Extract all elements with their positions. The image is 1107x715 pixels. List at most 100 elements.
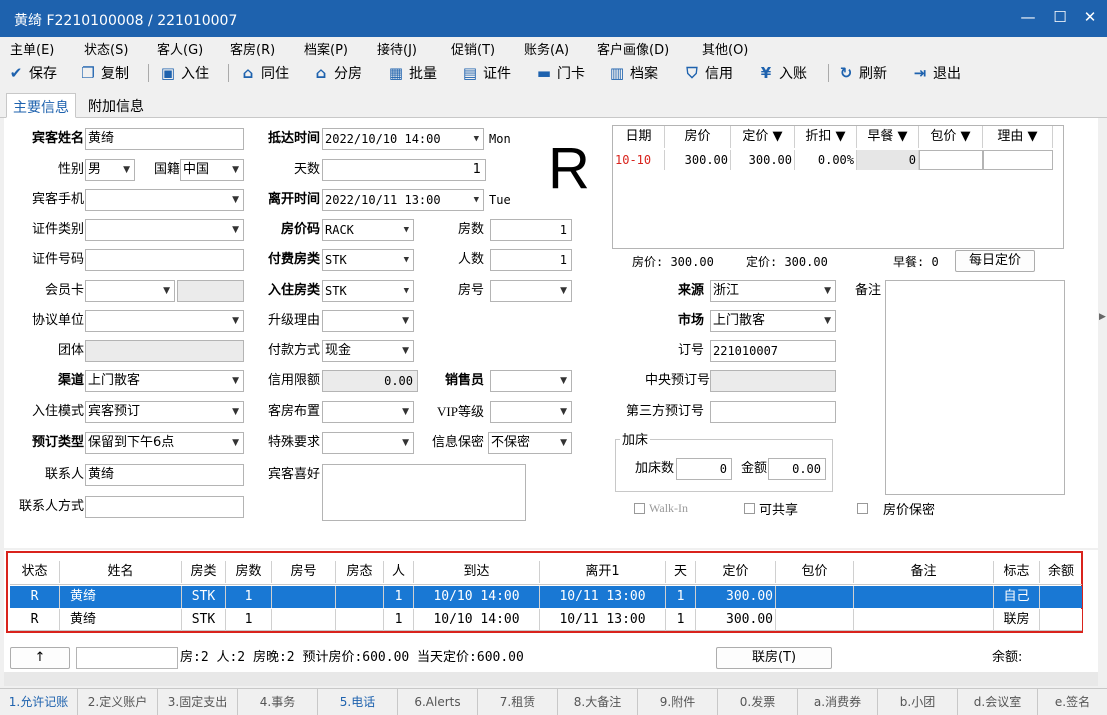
col-room-no[interactable]: 房号 xyxy=(272,561,336,583)
contact-method-field[interactable] xyxy=(85,496,244,518)
col-room-type[interactable]: 房类 xyxy=(182,561,226,583)
share-button[interactable]: ⌂ 同住 xyxy=(240,63,289,83)
col-arrival[interactable]: 到达 xyxy=(414,561,540,583)
rate-grid-header[interactable]: 日期 xyxy=(613,126,665,148)
rate-code-select[interactable]: RACK ▼ xyxy=(322,219,414,241)
menu-reception[interactable]: 接待(J) xyxy=(377,39,417,58)
rate-grid-cell-reason[interactable] xyxy=(983,150,1053,170)
room-layout-select[interactable]: ▼ xyxy=(322,401,414,423)
post-button[interactable]: ¥ 入账 xyxy=(758,63,807,83)
close-button[interactable]: ✕ xyxy=(1078,8,1102,26)
tab-invoice[interactable]: 0.发票 xyxy=(718,689,798,715)
menu-profile[interactable]: 档案(P) xyxy=(304,39,348,58)
tab-small-group[interactable]: b.小团 xyxy=(878,689,958,715)
reservation-type-select[interactable]: 保留到下午6点 ▼ xyxy=(85,432,244,454)
summary-input[interactable] xyxy=(76,647,178,669)
col-set-rate[interactable]: 定价 xyxy=(696,561,776,583)
privacy-select[interactable]: 不保密 ▼ xyxy=(488,432,572,454)
pay-room-type-select[interactable]: STK ▼ xyxy=(322,249,414,271)
batch-button[interactable]: ▦ 批量 xyxy=(388,63,437,83)
tab-voucher[interactable]: a.消费券 xyxy=(798,689,878,715)
rate-grid-header[interactable]: 定价 ▼ xyxy=(731,126,795,148)
extra-bed-count-field[interactable]: 0 xyxy=(676,458,732,480)
tab-meeting-room[interactable]: d.会议室 xyxy=(958,689,1038,715)
id-number-field[interactable] xyxy=(85,249,244,271)
tab-extra-info[interactable]: 附加信息 xyxy=(82,93,150,118)
menu-status[interactable]: 状态(S) xyxy=(84,39,128,58)
rate-grid-cell-package[interactable] xyxy=(919,150,983,170)
rate-grid-cell-date[interactable]: 10-10 xyxy=(613,150,665,170)
agreement-select[interactable]: ▼ xyxy=(85,310,244,332)
certificate-button[interactable]: ▤ 证件 xyxy=(462,63,511,83)
mobile-select[interactable]: ▼ xyxy=(85,189,244,211)
gender-select[interactable]: 男 ▼ xyxy=(85,159,135,181)
rate-grid-header[interactable]: 折扣 ▼ xyxy=(795,126,857,148)
id-type-select[interactable]: ▼ xyxy=(85,219,244,241)
horizontal-scrollbar[interactable] xyxy=(4,672,1098,686)
persons-field[interactable]: 1 xyxy=(490,249,572,271)
upgrade-reason-select[interactable]: ▼ xyxy=(322,310,414,332)
col-room-state[interactable]: 房态 xyxy=(336,561,384,583)
guest-name-field[interactable]: 黄绮 xyxy=(85,128,244,150)
checkin-button[interactable]: ▣ 入住 xyxy=(160,63,209,83)
col-name[interactable]: 姓名 xyxy=(60,561,182,583)
copy-button[interactable]: ❐ 复制 xyxy=(80,63,129,83)
room-type-select[interactable]: STK ▼ xyxy=(322,280,414,302)
profile-button[interactable]: ▥ 档案 xyxy=(609,63,658,83)
table-row[interactable]: R 黄绮 STK 1 1 10/10 14:00 10/11 13:00 1 3… xyxy=(10,609,1082,631)
checkin-mode-select[interactable]: 宾客预订 ▼ xyxy=(85,401,244,423)
third-party-field[interactable] xyxy=(710,401,836,423)
col-rooms[interactable]: 房数 xyxy=(226,561,272,583)
nights-field[interactable]: 1 xyxy=(322,159,486,181)
tab-signature[interactable]: e.签名 xyxy=(1038,689,1107,715)
col-departure[interactable]: 离开1 xyxy=(540,561,666,583)
tab-tasks[interactable]: 4.事务 xyxy=(238,689,318,715)
panel-collapse-icon[interactable]: ▶ xyxy=(1099,312,1106,322)
remark-textarea[interactable] xyxy=(885,280,1065,495)
col-balance[interactable]: 余额 xyxy=(1040,561,1082,583)
tab-main-info[interactable]: 主要信息 xyxy=(6,93,76,118)
rate-grid-header[interactable]: 包价 ▼ xyxy=(919,126,983,148)
shareable-checkbox[interactable]: 可共享 xyxy=(744,500,798,518)
move-up-button[interactable]: ↑ xyxy=(10,647,70,669)
tab-attachment[interactable]: 9.附件 xyxy=(638,689,718,715)
room-number-select[interactable]: ▼ xyxy=(490,280,572,302)
rate-secret-checkbox[interactable]: 房价保密 xyxy=(857,500,935,518)
walk-in-checkbox[interactable]: Walk-In xyxy=(634,500,688,516)
daily-rate-button[interactable]: 每日定价 xyxy=(955,250,1035,272)
credit-button[interactable]: ⛉ 信用 xyxy=(684,63,733,83)
preference-textarea[interactable] xyxy=(322,464,526,521)
link-room-button[interactable]: 联房(T) xyxy=(716,647,832,669)
tab-rental[interactable]: 7.租赁 xyxy=(478,689,558,715)
table-row[interactable]: R 黄绮 STK 1 1 10/10 14:00 10/11 13:00 1 3… xyxy=(10,586,1082,608)
menu-guest[interactable]: 客人(G) xyxy=(157,39,203,58)
rate-grid-cell-set[interactable]: 300.00 xyxy=(731,150,795,170)
market-select[interactable]: 上门散客 ▼ xyxy=(710,310,836,332)
channel-select[interactable]: 上门散客 ▼ xyxy=(85,370,244,392)
refresh-button[interactable]: ↻ 刷新 xyxy=(838,63,887,83)
reservation-number-field[interactable]: 221010007 xyxy=(710,340,836,362)
save-button[interactable]: ✔ 保存 xyxy=(8,63,57,83)
col-status[interactable]: 状态 xyxy=(10,561,60,583)
col-package[interactable]: 包价 xyxy=(776,561,854,583)
col-nights[interactable]: 天 xyxy=(666,561,696,583)
payment-method-select[interactable]: 现金 ▼ xyxy=(322,340,414,362)
extra-bed-amount-field[interactable]: 0.00 xyxy=(768,458,826,480)
tab-alerts[interactable]: 6.Alerts xyxy=(398,689,478,715)
menu-room[interactable]: 客房(R) xyxy=(230,39,275,58)
assign-room-button[interactable]: ⌂ 分房 xyxy=(313,63,362,83)
minimize-button[interactable]: — xyxy=(1016,8,1040,26)
source-select[interactable]: 浙江 ▼ xyxy=(710,280,836,302)
rate-grid-cell-rate[interactable]: 300.00 xyxy=(665,150,731,170)
rate-grid-header[interactable]: 理由 ▼ xyxy=(983,126,1053,148)
tab-big-remark[interactable]: 8.大备注 xyxy=(558,689,638,715)
door-card-button[interactable]: ▬ 门卡 xyxy=(536,63,585,83)
nationality-select[interactable]: 中国 ▼ xyxy=(180,159,244,181)
departure-datetime[interactable]: 2022/10/11 13:00 ▼ xyxy=(322,189,484,211)
exit-button[interactable]: ⇥ 退出 xyxy=(912,63,961,83)
maximize-button[interactable]: ☐ xyxy=(1048,8,1072,26)
col-remark[interactable]: 备注 xyxy=(854,561,994,583)
tab-allow-posting[interactable]: 1.允许记账 xyxy=(0,689,78,715)
tab-fixed-charge[interactable]: 3.固定支出 xyxy=(158,689,238,715)
rate-grid-header[interactable]: 房价 xyxy=(665,126,731,148)
